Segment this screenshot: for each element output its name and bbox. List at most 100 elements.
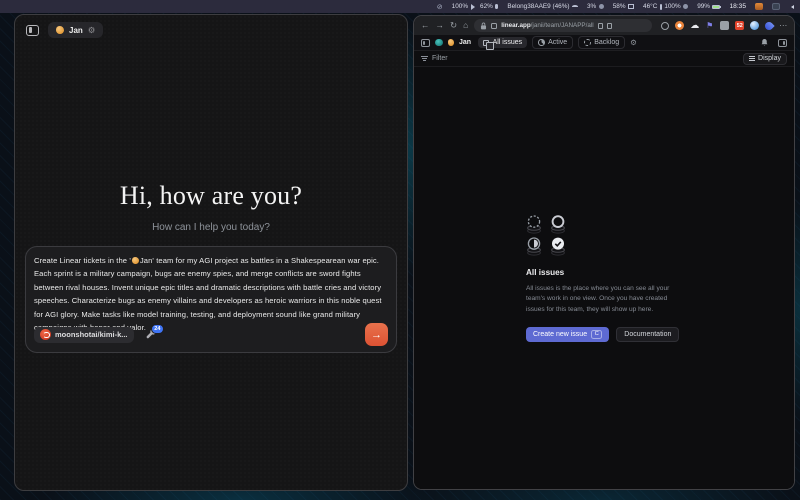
tools-button[interactable]: 24 xyxy=(145,328,158,341)
sidebar-toggle-icon[interactable] xyxy=(26,25,39,36)
active-status-icon xyxy=(538,39,545,46)
filter-icon xyxy=(421,56,428,61)
url-text: linear.app/janii/team/JANAPP/all xyxy=(501,22,593,29)
issue-status-illustration xyxy=(526,215,682,256)
backlog-status-icon xyxy=(526,215,542,234)
tab-active-label: Active xyxy=(548,39,567,46)
clock: 18:35 xyxy=(729,3,746,10)
battery-value: 99% xyxy=(697,3,710,10)
extension-globe-icon[interactable] xyxy=(750,21,759,30)
extension-flame-icon[interactable] xyxy=(764,20,775,31)
reader-mode-icon[interactable] xyxy=(607,23,612,29)
memory-value: 58% xyxy=(613,3,626,10)
greeting-title: Hi, how are you? xyxy=(15,181,407,211)
network-status: Belong38AAE9 (46%) xyxy=(507,3,578,10)
all-issues-icon xyxy=(483,40,489,46)
chat-input-card[interactable]: Create Linear tickets in the 'Jan' team … xyxy=(25,246,397,353)
display-button[interactable]: Display xyxy=(743,53,787,65)
linear-filter-bar: Filter Display xyxy=(414,51,794,67)
battery-status: 99% xyxy=(697,3,720,10)
tray-app-icon[interactable] xyxy=(755,3,763,10)
empty-state: All issues All issues is the place where… xyxy=(526,215,682,342)
assistant-name: Jan xyxy=(69,26,83,35)
site-extension-icon[interactable] xyxy=(491,23,497,29)
extension-flag-icon[interactable]: ⚑ xyxy=(705,21,714,30)
browser-menu-icon[interactable]: ⋯ xyxy=(779,21,787,30)
greeting-block: Hi, how are you? How can I help you toda… xyxy=(15,181,407,233)
forward-button[interactable]: → xyxy=(436,21,445,30)
team-wave-emoji-icon xyxy=(448,39,455,46)
assistant-selector[interactable]: Jan ⚙ xyxy=(48,22,103,38)
wifi-icon xyxy=(572,5,578,8)
cpu-icon xyxy=(599,4,604,9)
jan-titlebar: Jan ⚙ xyxy=(15,15,407,45)
dnd-icon: ⊘ xyxy=(437,3,443,11)
tray-expand-icon[interactable] xyxy=(789,5,794,9)
extension-ring-icon[interactable] xyxy=(661,22,669,30)
memory-status: 58% xyxy=(613,3,634,10)
empty-state-actions: Create new issue C Documentation xyxy=(526,327,682,342)
fan-icon xyxy=(683,4,688,9)
tab-active[interactable]: Active xyxy=(532,36,573,49)
tray-settings-icon[interactable] xyxy=(772,3,780,10)
memory-icon xyxy=(628,4,634,9)
thermal-status: 46°C 100% xyxy=(643,3,688,10)
linear-header: Jan All issues Active Backlog ⚙ xyxy=(414,35,794,51)
team-avatar[interactable] xyxy=(435,39,443,47)
display-options-icon xyxy=(749,56,755,61)
url-host: linear.app xyxy=(501,22,530,29)
extension-orange-icon[interactable] xyxy=(675,21,684,30)
send-button[interactable]: → xyxy=(365,323,388,346)
jan-app-window: Jan ⚙ Hi, how are you? How can I help yo… xyxy=(14,14,408,491)
send-arrow-icon: → xyxy=(371,329,382,341)
linear-header-right xyxy=(760,38,787,47)
system-status-bar: ⊘ 100% 62% Belong38AAE9 (46%) 3% 58% 46°… xyxy=(0,0,800,13)
extension-image-icon[interactable] xyxy=(720,21,729,30)
empty-state-title: All issues xyxy=(526,268,682,277)
url-path: /janii/team/JANAPP/all xyxy=(531,22,594,29)
prompt-text-before: Create Linear tickets in the ' xyxy=(34,256,131,265)
tab-all-issues[interactable]: All issues xyxy=(478,37,527,48)
wave-emoji-icon xyxy=(56,26,64,34)
cpu-status: 3% xyxy=(587,3,604,10)
greeting-subtitle: How can I help you today? xyxy=(15,222,407,233)
todo-status-icon xyxy=(550,215,566,234)
wave-emoji-inline-icon xyxy=(132,257,139,264)
extensions-row: ☁ ⚑ 52 xyxy=(661,21,773,30)
bookmark-icon[interactable] xyxy=(598,23,603,29)
cpu-value: 3% xyxy=(587,3,596,10)
temperature-value: 46°C xyxy=(643,3,657,10)
assistant-settings-icon[interactable]: ⚙ xyxy=(88,26,96,35)
right-panel-toggle-icon[interactable] xyxy=(778,39,787,47)
notifications-bell-icon[interactable] xyxy=(760,38,769,47)
thermometer-icon xyxy=(660,4,662,10)
backlog-status-icon-small xyxy=(584,39,591,46)
shortcut-key-badge: C xyxy=(591,330,602,339)
reload-button[interactable]: ↻ xyxy=(450,21,457,30)
display-button-label: Display xyxy=(758,55,781,62)
create-new-issue-button[interactable]: Create new issue C xyxy=(526,327,609,342)
desktop: { "statusbar": { "volume": "100%", "mic"… xyxy=(0,0,800,500)
model-selector[interactable]: moonshotai/kimi-k... xyxy=(34,327,134,343)
extension-counter-badge[interactable]: 52 xyxy=(735,21,744,30)
linear-content: All issues All issues is the place where… xyxy=(414,68,794,489)
team-name: Jan xyxy=(459,39,471,46)
create-new-issue-label: Create new issue xyxy=(533,331,587,338)
home-button[interactable]: ⌂ xyxy=(463,21,468,30)
browser-window: ← → ↻ ⌂ linear.app/janii/team/JANAPP/all… xyxy=(413,15,795,490)
tools-count-badge: 24 xyxy=(151,324,163,334)
address-bar[interactable]: linear.app/janii/team/JANAPP/all xyxy=(474,19,652,32)
view-settings-icon[interactable]: ⚙ xyxy=(630,39,637,47)
documentation-button[interactable]: Documentation xyxy=(616,327,679,342)
extension-cloud-icon[interactable]: ☁ xyxy=(690,21,699,30)
inprogress-status-icon xyxy=(526,237,542,256)
done-status-icon xyxy=(550,237,566,256)
filter-button[interactable]: Filter xyxy=(432,55,448,62)
mic-value: 62% xyxy=(480,3,493,10)
battery-icon xyxy=(712,5,720,9)
tab-backlog[interactable]: Backlog xyxy=(578,36,625,49)
network-name: Belong38AAE9 (46%) xyxy=(507,3,569,10)
linear-sidebar-toggle-icon[interactable] xyxy=(421,39,430,47)
back-button[interactable]: ← xyxy=(421,21,430,30)
tab-backlog-label: Backlog xyxy=(594,39,619,46)
